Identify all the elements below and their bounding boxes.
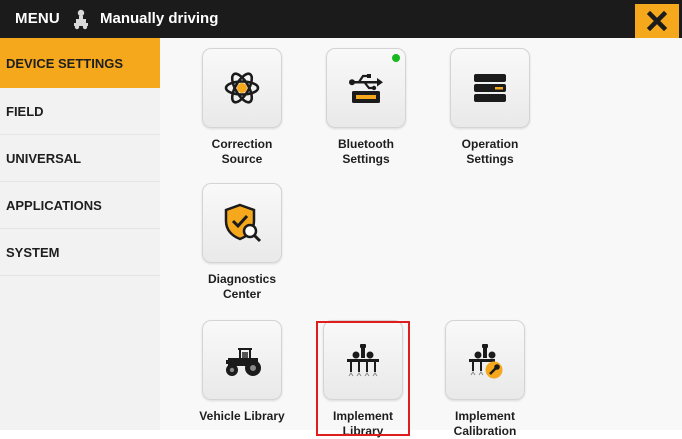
main-panel: Correction Source Bluetooth Settings Ope… [160, 38, 682, 438]
usb-icon [349, 74, 383, 103]
tile-icon-box[interactable] [202, 48, 282, 128]
tile-label: Implement Calibration [453, 409, 517, 438]
tile-icon-box[interactable] [450, 48, 530, 128]
tile-label: Correction Source [211, 137, 273, 166]
sidebar-item-label: DEVICE SETTINGS [6, 55, 124, 71]
settings-bars-icon [474, 74, 506, 102]
tile-correction-source[interactable]: Correction Source [187, 48, 297, 167]
tile-label: Vehicle Library [199, 409, 285, 423]
tile-implement-calibration[interactable]: Implement Calibration [430, 320, 540, 439]
close-button[interactable] [635, 4, 679, 38]
selection-highlight [316, 321, 410, 436]
tile-diagnostics-center[interactable]: Diagnostics Center [187, 183, 297, 302]
sidebar-item-applications[interactable]: APPLICATIONS [0, 182, 160, 229]
tile-bluetooth-settings[interactable]: Bluetooth Settings [311, 48, 421, 167]
tile-icon-box[interactable] [202, 320, 282, 400]
connected-status-dot [392, 54, 400, 62]
menu-label: MENU [15, 10, 60, 27]
driving-status-text: Manually driving [100, 10, 219, 27]
sidebar-item-label: APPLICATIONS [6, 197, 102, 213]
sidebar-item-universal[interactable]: UNIVERSAL [0, 135, 160, 182]
tile-operation-settings[interactable]: Operation Settings [435, 48, 545, 167]
sidebar-item-label: FIELD [6, 103, 44, 119]
atom-icon [224, 72, 260, 104]
sidebar-item-device-settings[interactable]: DEVICE SETTINGS [0, 38, 160, 88]
top-bar: MENU Manually driving [0, 0, 682, 38]
tile-icon-box[interactable] [326, 48, 406, 128]
sidebar-item-label: UNIVERSAL [6, 150, 82, 166]
sidebar-item-field[interactable]: FIELD [0, 88, 160, 135]
tractor-icon [226, 348, 261, 376]
sidebar: DEVICE SETTINGS FIELD UNIVERSAL APPLICAT… [0, 38, 160, 430]
tile-icon-box[interactable] [202, 183, 282, 263]
sidebar-item-system[interactable]: SYSTEM [0, 229, 160, 276]
sidebar-item-label: SYSTEM [6, 244, 60, 260]
tile-label: Diagnostics Center [207, 272, 276, 301]
tractor-driver-icon [74, 9, 88, 30]
tile-label: Operation Settings [461, 137, 519, 166]
tile-label: Bluetooth Settings [338, 137, 394, 166]
implement-wrench-icon [469, 344, 503, 379]
tile-icon-box[interactable] [445, 320, 525, 400]
shield-search-icon [224, 203, 262, 243]
tile-vehicle-library[interactable]: Vehicle Library [187, 320, 297, 424]
close-x-icon [647, 11, 667, 31]
